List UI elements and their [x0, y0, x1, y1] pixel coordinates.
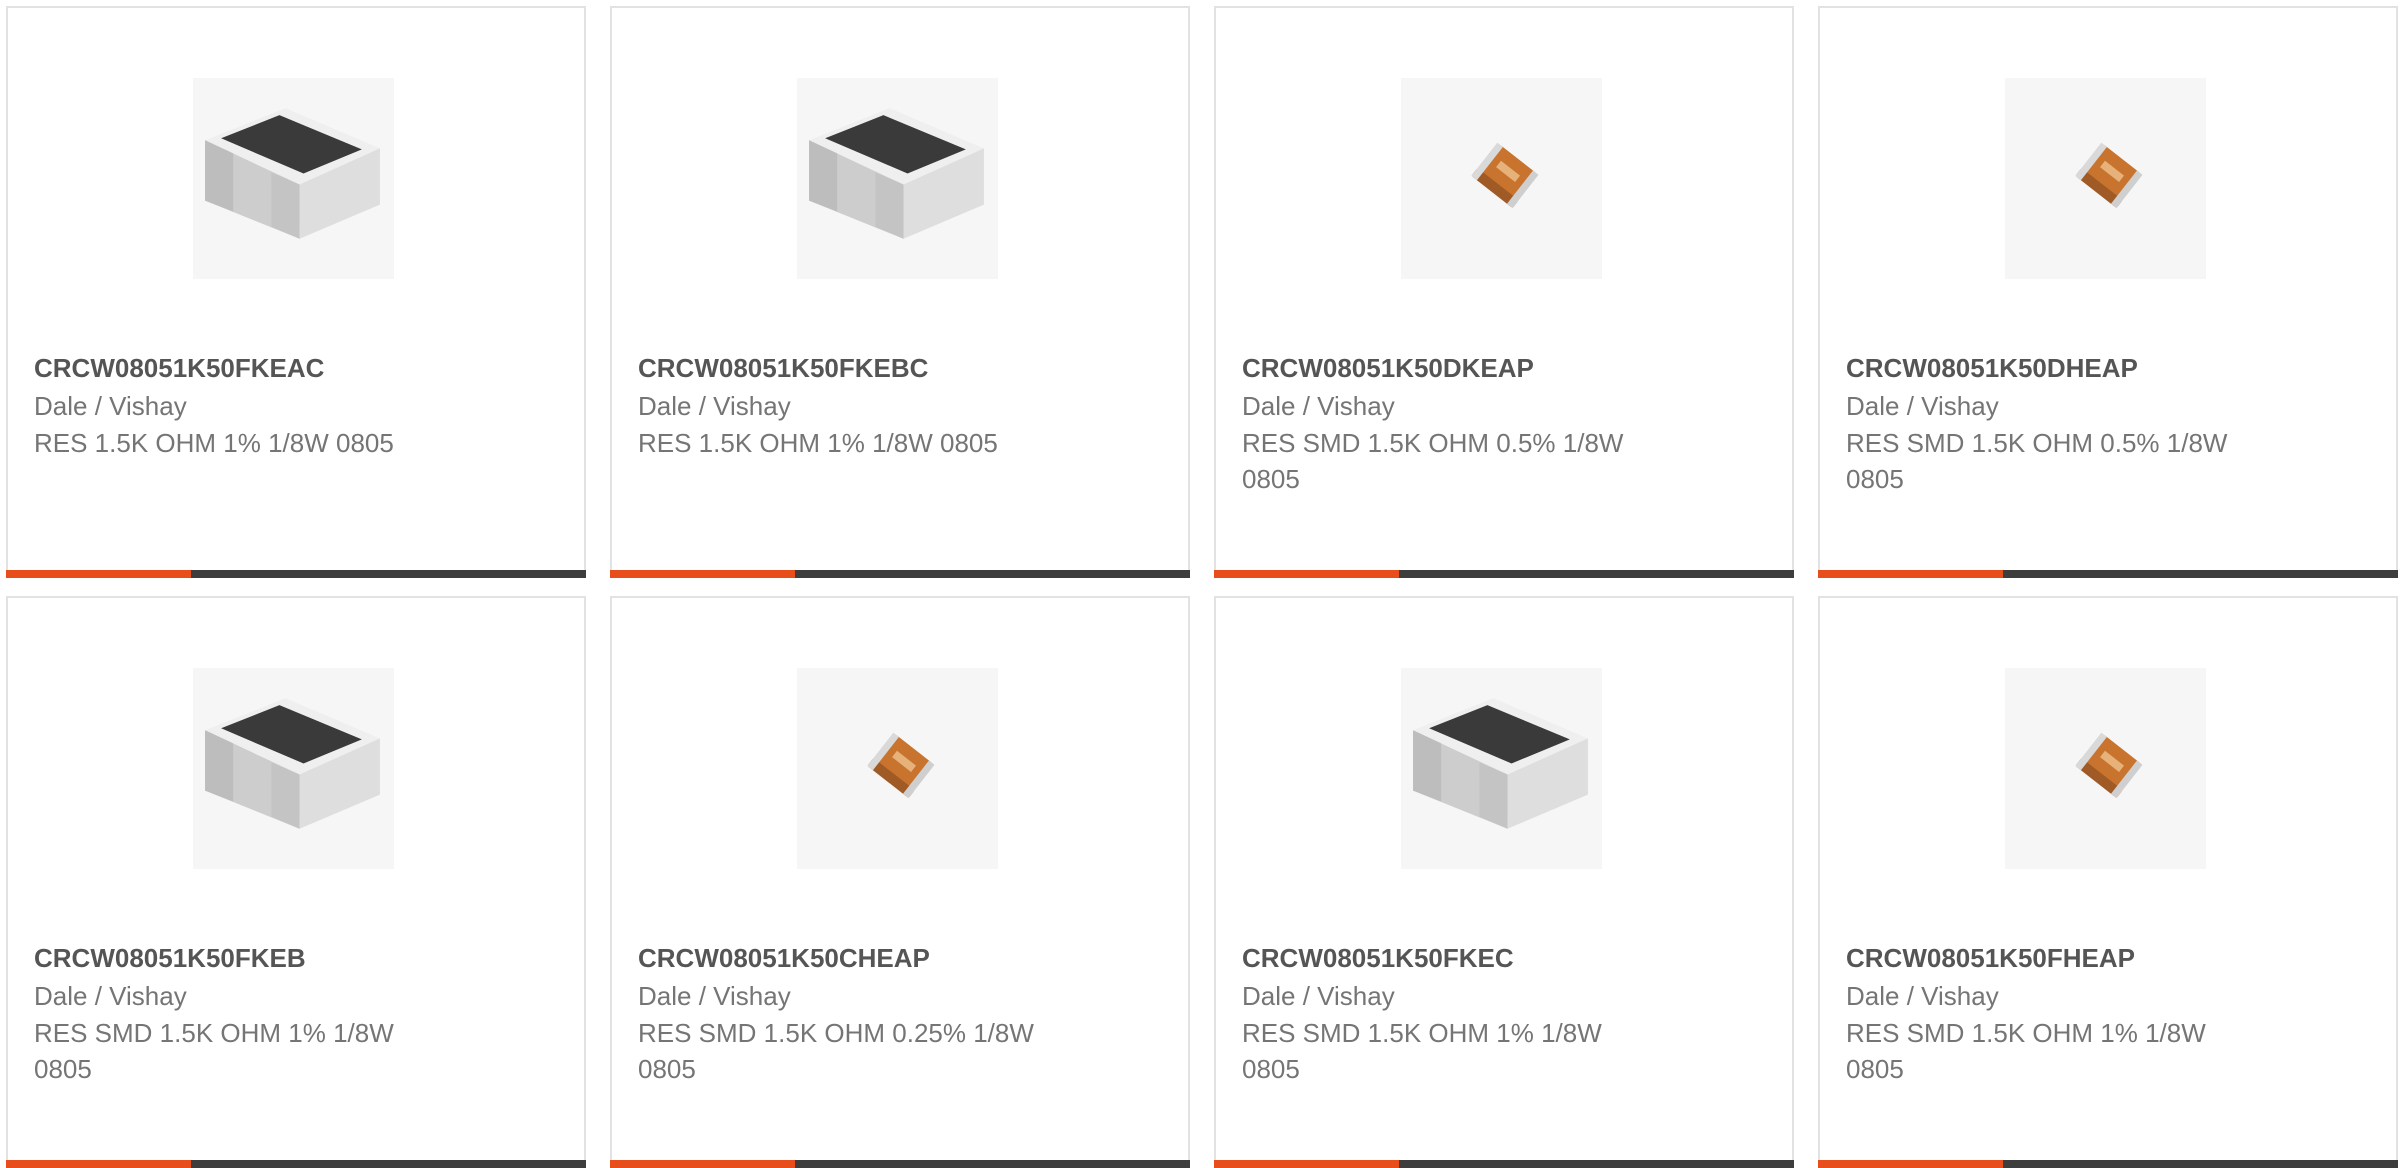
card-footer-accent: [1214, 570, 1399, 578]
product-image[interactable]: [1401, 78, 1602, 279]
product-card[interactable]: CRCW08051K50CHEAP Dale / Vishay RES SMD 1.…: [610, 596, 1190, 1168]
product-card[interactable]: CRCW08051K50FKEBC Dale / Vishay RES 1.5K O…: [610, 6, 1190, 578]
part-number[interactable]: CRCW08051K50DHEAP: [1846, 350, 2366, 386]
product-image[interactable]: [797, 668, 998, 869]
product-description: RES SMD 1.5K OHM 0.25% 1/8W 0805: [638, 1018, 1034, 1084]
product-image[interactable]: [193, 78, 394, 279]
product-card[interactable]: CRCW08051K50FKEC Dale / Vishay RES SMD 1.5…: [1214, 596, 1794, 1168]
product-description: RES SMD 1.5K OHM 0.5% 1/8W 0805: [1846, 428, 2228, 494]
card-footer-bar: [1214, 570, 1794, 578]
product-image[interactable]: [2005, 78, 2206, 279]
card-footer-bar: [610, 1160, 1190, 1168]
product-card[interactable]: CRCW08051K50FKEB Dale / Vishay RES SMD 1.5…: [6, 596, 586, 1168]
card-footer-accent: [1818, 1160, 2003, 1168]
product-card[interactable]: CRCW08051K50DKEAP Dale / Vishay RES SMD 1.…: [1214, 6, 1794, 578]
product-image[interactable]: [193, 668, 394, 869]
product-card[interactable]: CRCW08051K50FKEAC Dale / Vishay RES 1.5K O…: [6, 6, 586, 578]
part-number[interactable]: CRCW08051K50FHEAP: [1846, 940, 2366, 976]
card-footer-accent: [6, 1160, 191, 1168]
product-description: RES SMD 1.5K OHM 0.5% 1/8W 0805: [1242, 428, 1624, 494]
part-number[interactable]: CRCW08051K50FKEBC: [638, 350, 1158, 386]
manufacturer-name: Dale / Vishay: [1242, 391, 1395, 421]
card-footer-accent: [610, 570, 795, 578]
manufacturer-name: Dale / Vishay: [34, 981, 187, 1011]
product-card[interactable]: CRCW08051K50DHEAP Dale / Vishay RES SMD 1.…: [1818, 6, 2398, 578]
part-number[interactable]: CRCW08051K50FKEC: [1242, 940, 1762, 976]
card-footer-bar: [6, 570, 586, 578]
manufacturer-name: Dale / Vishay: [638, 391, 791, 421]
product-card[interactable]: CRCW08051K50FHEAP Dale / Vishay RES SMD 1.…: [1818, 596, 2398, 1168]
manufacturer-name: Dale / Vishay: [34, 391, 187, 421]
part-number[interactable]: CRCW08051K50DKEAP: [1242, 350, 1762, 386]
card-footer-accent: [610, 1160, 795, 1168]
part-number[interactable]: CRCW08051K50CHEAP: [638, 940, 1158, 976]
part-number[interactable]: CRCW08051K50FKEB: [34, 940, 554, 976]
card-footer-bar: [1214, 1160, 1794, 1168]
product-description: RES SMD 1.5K OHM 1% 1/8W 0805: [34, 1018, 394, 1084]
manufacturer-name: Dale / Vishay: [1846, 981, 1999, 1011]
manufacturer-name: Dale / Vishay: [638, 981, 791, 1011]
card-footer-accent: [1214, 1160, 1399, 1168]
product-description: RES 1.5K OHM 1% 1/8W 0805: [638, 428, 998, 458]
card-footer-accent: [1818, 570, 2003, 578]
product-description: RES 1.5K OHM 1% 1/8W 0805: [34, 428, 394, 458]
manufacturer-name: Dale / Vishay: [1846, 391, 1999, 421]
product-image[interactable]: [797, 78, 998, 279]
product-description: RES SMD 1.5K OHM 1% 1/8W 0805: [1242, 1018, 1602, 1084]
product-image[interactable]: [2005, 668, 2206, 869]
card-footer-bar: [610, 570, 1190, 578]
part-number[interactable]: CRCW08051K50FKEAC: [34, 350, 554, 386]
card-footer-bar: [1818, 570, 2398, 578]
card-footer-bar: [1818, 1160, 2398, 1168]
product-image[interactable]: [1401, 668, 1602, 869]
card-footer-bar: [6, 1160, 586, 1168]
card-footer-accent: [6, 570, 191, 578]
product-description: RES SMD 1.5K OHM 1% 1/8W 0805: [1846, 1018, 2206, 1084]
manufacturer-name: Dale / Vishay: [1242, 981, 1395, 1011]
